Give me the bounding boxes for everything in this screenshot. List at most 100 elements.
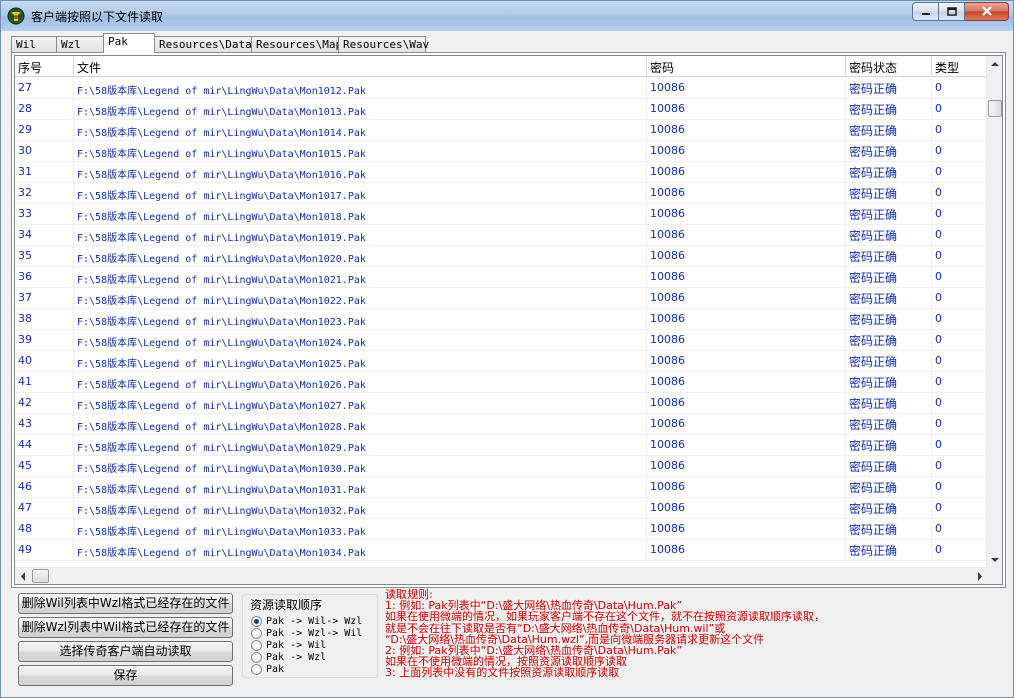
cell-file: F:\58版本库\Legend of mir\LingWu\Data\Mon10… xyxy=(74,309,647,329)
cell-index: 31 xyxy=(15,162,74,182)
cell-index: 32 xyxy=(15,183,74,203)
cell-password-status: 密码正确 xyxy=(846,246,932,266)
read-order-option[interactable]: Pak -> Wil xyxy=(251,639,326,651)
scroll-down-icon[interactable] xyxy=(987,551,1002,568)
close-button[interactable] xyxy=(965,2,1009,21)
cell-type: 0 xyxy=(932,414,988,434)
cell-password: 10086 xyxy=(647,120,846,140)
minimize-button[interactable] xyxy=(912,2,939,21)
table-row[interactable]: 48 F:\58版本库\Legend of mir\LingWu\Data\Mon… xyxy=(15,519,988,540)
cell-password-status: 密码正确 xyxy=(846,183,932,203)
table-row[interactable]: 44 F:\58版本库\Legend of mir\LingWu\Data\Mon… xyxy=(15,435,988,456)
table-row[interactable]: 41 F:\58版本库\Legend of mir\LingWu\Data\Mon… xyxy=(15,372,988,393)
cell-file: F:\58版本库\Legend of mir\LingWu\Data\Mon10… xyxy=(74,246,647,266)
table-row[interactable]: 34 F:\58版本库\Legend of mir\LingWu\Data\Mon… xyxy=(15,225,988,246)
column-header-type[interactable]: 类型 xyxy=(932,56,988,77)
table-row[interactable]: 45 F:\58版本库\Legend of mir\LingWu\Data\Mon… xyxy=(15,456,988,477)
tab-wzl[interactable]: Wzl xyxy=(56,36,104,53)
table-row[interactable]: 32 F:\58版本库\Legend of mir\LingWu\Data\Mon… xyxy=(15,183,988,204)
column-header-password-status[interactable]: 密码状态 xyxy=(846,56,932,77)
cell-password-status: 密码正确 xyxy=(846,477,932,497)
horizontal-scrollbar[interactable] xyxy=(15,567,988,584)
delete-wil-duplicates-button[interactable]: 删除Wil列表中Wzl格式已经存在的文件 xyxy=(18,593,233,614)
vertical-scrollbar[interactable] xyxy=(986,56,1002,568)
read-order-option[interactable]: Pak -> Wzl xyxy=(251,651,326,663)
read-order-option[interactable]: Pak xyxy=(251,663,284,675)
cell-file: F:\58版本库\Legend of mir\LingWu\Data\Mon10… xyxy=(74,540,647,560)
save-button[interactable]: 保存 xyxy=(18,665,233,686)
column-header-file[interactable]: 文件 xyxy=(74,56,647,77)
table-row[interactable]: 46 F:\58版本库\Legend of mir\LingWu\Data\Mon… xyxy=(15,477,988,498)
tab-wil[interactable]: Wil xyxy=(11,36,57,53)
maximize-button[interactable] xyxy=(939,2,965,21)
tab-panel-pak: 序号 文件 密码 密码状态 类型 27 F:\58版本库\Legend of mi… xyxy=(11,52,1006,588)
cell-index: 33 xyxy=(15,204,74,224)
horizontal-scroll-thumb[interactable] xyxy=(32,569,49,583)
cell-password: 10086 xyxy=(647,99,846,119)
table-row[interactable]: 39 F:\58版本库\Legend of mir\LingWu\Data\Mon… xyxy=(15,330,988,351)
file-list-view[interactable]: 序号 文件 密码 密码状态 类型 27 F:\58版本库\Legend of mi… xyxy=(14,55,1003,585)
cell-password-status: 密码正确 xyxy=(846,204,932,224)
column-header-index[interactable]: 序号 xyxy=(15,56,74,77)
table-row[interactable]: 38 F:\58版本库\Legend of mir\LingWu\Data\Mon… xyxy=(15,309,988,330)
select-client-button[interactable]: 选择传奇客户端自动读取 xyxy=(18,641,233,662)
list-body: 27 F:\58版本库\Legend of mir\LingWu\Data\Mon… xyxy=(15,78,988,568)
cell-file: F:\58版本库\Legend of mir\LingWu\Data\Mon10… xyxy=(74,267,647,287)
radio-icon[interactable] xyxy=(251,663,262,675)
radio-icon[interactable] xyxy=(251,651,262,663)
cell-index: 37 xyxy=(15,288,74,308)
radio-icon[interactable] xyxy=(251,639,262,651)
table-row[interactable]: 29 F:\58版本库\Legend of mir\LingWu\Data\Mon… xyxy=(15,120,988,141)
scroll-up-icon[interactable] xyxy=(987,56,1002,73)
maximize-icon xyxy=(946,5,957,19)
cell-file: F:\58版本库\Legend of mir\LingWu\Data\Mon10… xyxy=(74,393,647,413)
table-row[interactable]: 28 F:\58版本库\Legend of mir\LingWu\Data\Mon… xyxy=(15,99,988,120)
tab-pak[interactable]: Pak xyxy=(103,33,155,53)
read-order-option[interactable]: Pak -> Wil-> Wzl xyxy=(251,615,362,627)
table-row[interactable]: 33 F:\58版本库\Legend of mir\LingWu\Data\Mon… xyxy=(15,204,988,225)
read-order-option[interactable]: Pak -> Wzl-> Wil xyxy=(251,627,362,639)
vertical-scroll-thumb[interactable] xyxy=(988,100,1002,117)
cell-file: F:\58版本库\Legend of mir\LingWu\Data\Mon10… xyxy=(74,477,647,497)
cell-password-status: 密码正确 xyxy=(846,141,932,161)
table-row[interactable]: 42 F:\58版本库\Legend of mir\LingWu\Data\Mon… xyxy=(15,393,988,414)
main-window: 客户端按照以下文件读取 Wil Wzl Pak Resources\Data R… xyxy=(0,0,1014,698)
cell-type: 0 xyxy=(932,477,988,497)
scrollbar-corner xyxy=(986,567,1002,584)
table-row[interactable]: 49 F:\58版本库\Legend of mir\LingWu\Data\Mon… xyxy=(15,540,988,561)
table-row[interactable]: 27 F:\58版本库\Legend of mir\LingWu\Data\Mon… xyxy=(15,78,988,99)
table-row[interactable]: 47 F:\58版本库\Legend of mir\LingWu\Data\Mon… xyxy=(15,498,988,519)
tab-resources-data[interactable]: Resources\Data xyxy=(154,36,252,53)
table-row[interactable]: 36 F:\58版本库\Legend of mir\LingWu\Data\Mon… xyxy=(15,267,988,288)
cell-password: 10086 xyxy=(647,225,846,245)
cell-type: 0 xyxy=(932,351,988,371)
cell-password-status: 密码正确 xyxy=(846,498,932,518)
delete-wzl-duplicates-button[interactable]: 删除Wzl列表中Wil格式已经存在的文件 xyxy=(18,617,233,638)
cell-password: 10086 xyxy=(647,519,846,539)
tab-resources-map[interactable]: Resources\Map xyxy=(251,36,342,53)
cell-index: 45 xyxy=(15,456,74,476)
cell-password: 10086 xyxy=(647,351,846,371)
cell-index: 35 xyxy=(15,246,74,266)
tab-resources-wav[interactable]: Resources\Wav xyxy=(338,36,429,53)
table-row[interactable]: 37 F:\58版本库\Legend of mir\LingWu\Data\Mon… xyxy=(15,288,988,309)
cell-type: 0 xyxy=(932,519,988,539)
cell-file: F:\58版本库\Legend of mir\LingWu\Data\Mon10… xyxy=(74,330,647,350)
table-row[interactable]: 31 F:\58版本库\Legend of mir\LingWu\Data\Mon… xyxy=(15,162,988,183)
cell-file: F:\58版本库\Legend of mir\LingWu\Data\Mon10… xyxy=(74,225,647,245)
window-controls xyxy=(912,2,1009,21)
table-row[interactable]: 40 F:\58版本库\Legend of mir\LingWu\Data\Mon… xyxy=(15,351,988,372)
cell-type: 0 xyxy=(932,204,988,224)
cell-password: 10086 xyxy=(647,246,846,266)
column-header-password[interactable]: 密码 xyxy=(647,56,846,77)
title-bar[interactable]: 客户端按照以下文件读取 xyxy=(1,1,1013,31)
radio-selected-icon[interactable] xyxy=(251,615,262,627)
window-title: 客户端按照以下文件读取 xyxy=(31,10,164,24)
table-row[interactable]: 43 F:\58版本库\Legend of mir\LingWu\Data\Mon… xyxy=(15,414,988,435)
scroll-left-icon[interactable] xyxy=(15,568,32,584)
cell-file: F:\58版本库\Legend of mir\LingWu\Data\Mon10… xyxy=(74,141,647,161)
table-row[interactable]: 35 F:\58版本库\Legend of mir\LingWu\Data\Mon… xyxy=(15,246,988,267)
radio-icon[interactable] xyxy=(251,627,262,639)
cell-password: 10086 xyxy=(647,435,846,455)
table-row[interactable]: 30 F:\58版本库\Legend of mir\LingWu\Data\Mon… xyxy=(15,141,988,162)
